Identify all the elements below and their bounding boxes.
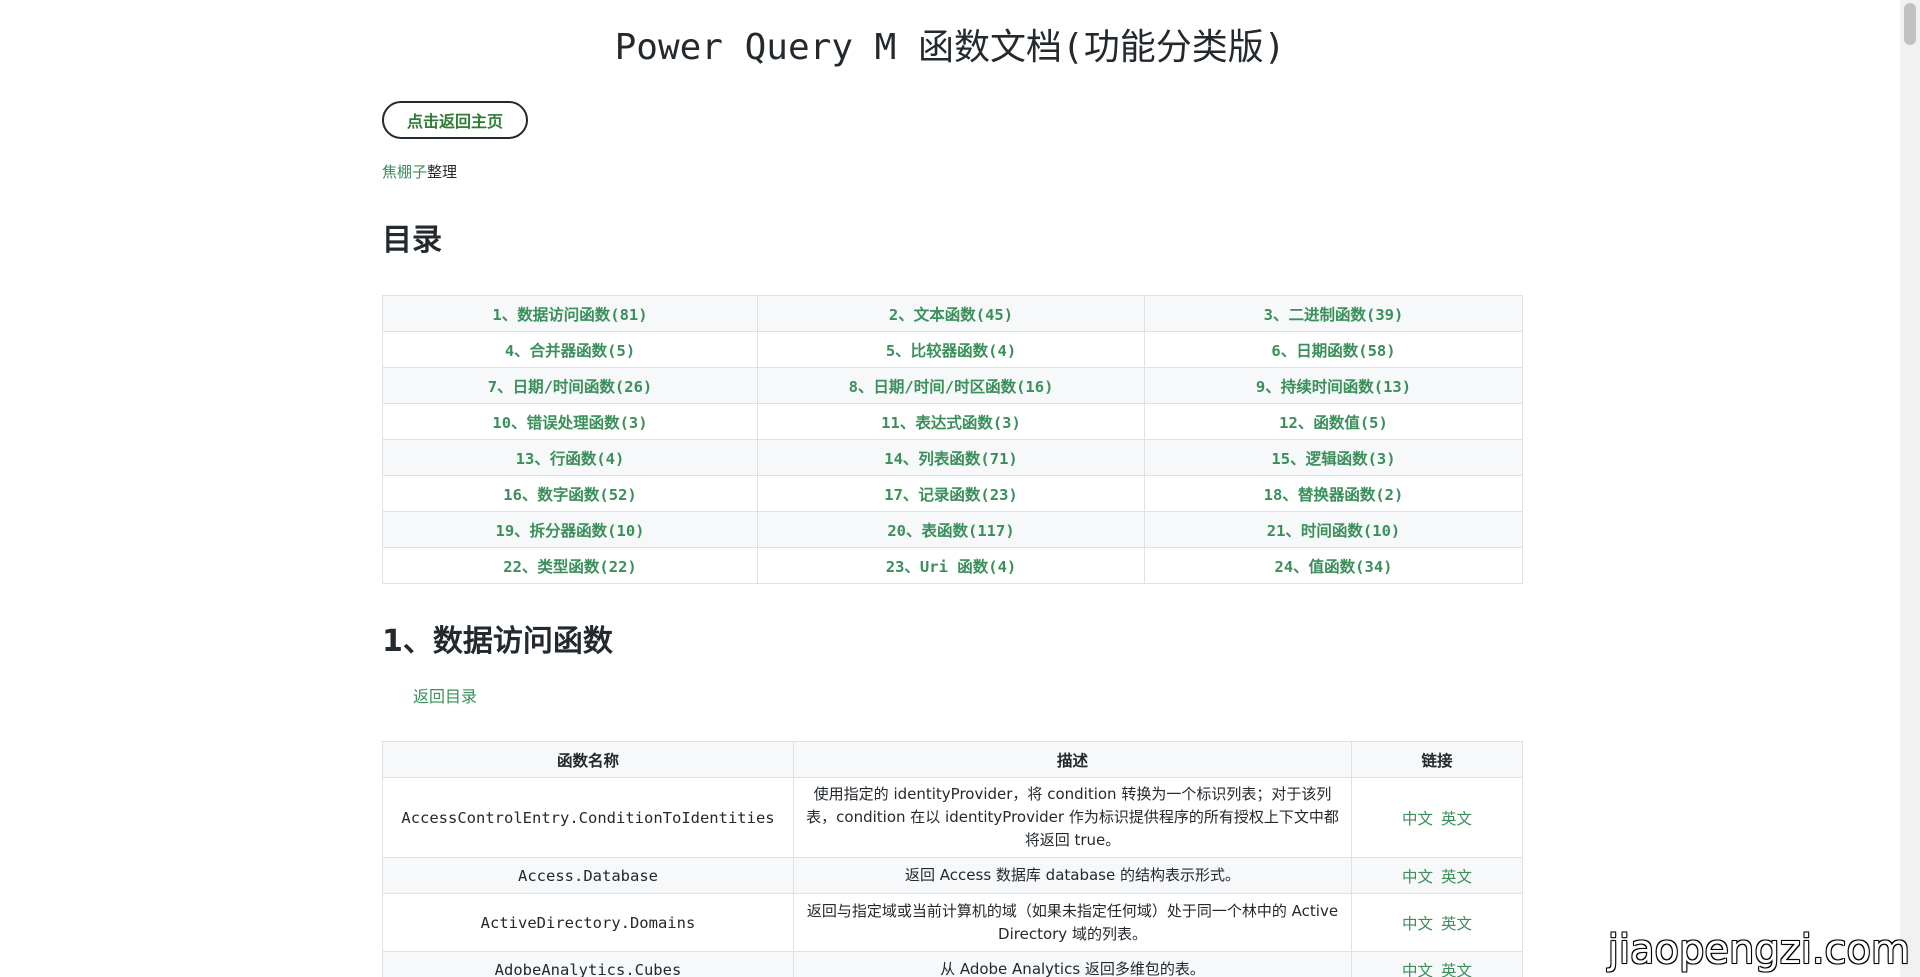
links-cell: 中文 英文 — [1351, 893, 1523, 952]
toc-cell: 20、表函数(117) — [757, 511, 1145, 548]
toc-link[interactable]: 8、日期/时间/时区函数(16) — [849, 378, 1054, 396]
toc-link[interactable]: 7、日期/时间函数(26) — [488, 378, 653, 396]
credit-line: 焦棚子整理 — [382, 161, 457, 182]
table-header-row: 函数名称 描述 链接 — [382, 741, 1523, 778]
toc-link[interactable]: 1、数据访问函数(81) — [492, 306, 647, 324]
toc-heading: 目录 — [382, 223, 442, 258]
function-name: ActiveDirectory.Domains — [382, 893, 794, 952]
toc-cell: 18、替换器函数(2) — [1144, 475, 1523, 512]
function-table: 函数名称 描述 链接 AccessControlEntry.ConditionT… — [382, 741, 1523, 977]
toc-cell: 21、时间函数(10) — [1144, 511, 1523, 548]
toc-cell: 17、记录函数(23) — [757, 475, 1145, 512]
toc-row: 4、合并器函数(5) 5、比较器函数(4) 6、日期函数(58) — [382, 331, 1523, 368]
toc-cell: 19、拆分器函数(10) — [382, 511, 758, 548]
english-doc-link[interactable]: 英文 — [1441, 810, 1472, 828]
toc-link[interactable]: 12、函数值(5) — [1279, 414, 1388, 432]
toc-cell: 12、函数值(5) — [1144, 403, 1523, 440]
toc-row: 19、拆分器函数(10) 20、表函数(117) 21、时间函数(10) — [382, 511, 1523, 548]
toc-cell: 15、逻辑函数(3) — [1144, 439, 1523, 476]
column-header-description: 描述 — [793, 741, 1352, 778]
function-description: 从 Adobe Analytics 返回多维包的表。 — [793, 951, 1352, 977]
table-row: AccessControlEntry.ConditionToIdentities… — [382, 777, 1523, 858]
toc-table: 1、数据访问函数(81) 2、文本函数(45) 3、二进制函数(39) 4、合并… — [382, 295, 1523, 584]
toc-link[interactable]: 5、比较器函数(4) — [886, 342, 1016, 360]
toc-link[interactable]: 19、拆分器函数(10) — [496, 522, 645, 540]
toc-link[interactable]: 16、数字函数(52) — [503, 486, 637, 504]
scrollbar-thumb[interactable] — [1904, 3, 1916, 45]
toc-link[interactable]: 6、日期函数(58) — [1271, 342, 1395, 360]
toc-cell: 13、行函数(4) — [382, 439, 758, 476]
toc-link[interactable]: 17、记录函数(23) — [884, 486, 1018, 504]
column-header-name: 函数名称 — [382, 741, 794, 778]
toc-link[interactable]: 11、表达式函数(3) — [881, 414, 1021, 432]
chinese-doc-link[interactable]: 中文 — [1402, 962, 1433, 977]
section-heading: 1、数据访问函数 — [382, 624, 613, 659]
english-doc-link[interactable]: 英文 — [1441, 915, 1472, 933]
toc-cell: 3、二进制函数(39) — [1144, 295, 1523, 332]
table-row: AdobeAnalytics.Cubes 从 Adobe Analytics 返… — [382, 951, 1523, 977]
toc-cell: 6、日期函数(58) — [1144, 331, 1523, 368]
chinese-doc-link[interactable]: 中文 — [1402, 868, 1433, 886]
toc-cell: 14、列表函数(71) — [757, 439, 1145, 476]
toc-link[interactable]: 4、合并器函数(5) — [505, 342, 635, 360]
toc-row: 16、数字函数(52) 17、记录函数(23) 18、替换器函数(2) — [382, 475, 1523, 512]
links-cell: 中文 英文 — [1351, 951, 1523, 977]
function-description: 返回与指定域或当前计算机的域（如果未指定任何域）处于同一个林中的 Active … — [793, 893, 1352, 952]
chinese-doc-link[interactable]: 中文 — [1402, 810, 1433, 828]
toc-cell: 1、数据访问函数(81) — [382, 295, 758, 332]
toc-link[interactable]: 13、行函数(4) — [516, 450, 625, 468]
toc-cell: 10、错误处理函数(3) — [382, 403, 758, 440]
toc-link[interactable]: 22、类型函数(22) — [503, 558, 637, 576]
function-name: AdobeAnalytics.Cubes — [382, 951, 794, 977]
toc-link[interactable]: 18、替换器函数(2) — [1264, 486, 1404, 504]
function-name: AccessControlEntry.ConditionToIdentities — [382, 777, 794, 858]
chinese-doc-link[interactable]: 中文 — [1402, 915, 1433, 933]
toc-cell: 11、表达式函数(3) — [757, 403, 1145, 440]
toc-link[interactable]: 24、值函数(34) — [1275, 558, 1393, 576]
toc-cell: 9、持续时间函数(13) — [1144, 367, 1523, 404]
watermark: jiaopengzi.com — [1607, 927, 1910, 973]
toc-link[interactable]: 15、逻辑函数(3) — [1271, 450, 1395, 468]
toc-link[interactable]: 3、二进制函数(39) — [1264, 306, 1404, 324]
toc-row: 22、类型函数(22) 23、Uri 函数(4) 24、值函数(34) — [382, 547, 1523, 584]
toc-cell: 8、日期/时间/时区函数(16) — [757, 367, 1145, 404]
toc-cell: 5、比较器函数(4) — [757, 331, 1145, 368]
toc-row: 1、数据访问函数(81) 2、文本函数(45) 3、二进制函数(39) — [382, 295, 1523, 332]
toc-cell: 22、类型函数(22) — [382, 547, 758, 584]
credit-suffix: 整理 — [427, 163, 458, 181]
toc-link[interactable]: 21、时间函数(10) — [1267, 522, 1401, 540]
toc-row: 7、日期/时间函数(26) 8、日期/时间/时区函数(16) 9、持续时间函数(… — [382, 367, 1523, 404]
function-name: Access.Database — [382, 857, 794, 894]
vertical-scrollbar[interactable] — [1900, 0, 1920, 977]
column-header-links: 链接 — [1351, 741, 1523, 778]
toc-link[interactable]: 23、Uri 函数(4) — [886, 558, 1017, 576]
back-to-toc-link[interactable]: 返回目录 — [413, 683, 477, 707]
toc-row: 10、错误处理函数(3) 11、表达式函数(3) 12、函数值(5) — [382, 403, 1523, 440]
english-doc-link[interactable]: 英文 — [1441, 868, 1472, 886]
toc-row: 13、行函数(4) 14、列表函数(71) 15、逻辑函数(3) — [382, 439, 1523, 476]
links-cell: 中文 英文 — [1351, 857, 1523, 894]
toc-cell: 24、值函数(34) — [1144, 547, 1523, 584]
toc-link[interactable]: 14、列表函数(71) — [884, 450, 1018, 468]
toc-cell: 4、合并器函数(5) — [382, 331, 758, 368]
function-description: 返回 Access 数据库 database 的结构表示形式。 — [793, 857, 1352, 894]
toc-link[interactable]: 2、文本函数(45) — [889, 306, 1013, 324]
page-title: Power Query M 函数文档(功能分类版) — [614, 27, 1286, 68]
toc-link[interactable]: 9、持续时间函数(13) — [1256, 378, 1411, 396]
function-description: 使用指定的 identityProvider，将 condition 转换为一个… — [793, 777, 1352, 858]
toc-cell: 7、日期/时间函数(26) — [382, 367, 758, 404]
links-cell: 中文 英文 — [1351, 777, 1523, 858]
page: Power Query M 函数文档(功能分类版) 点击返回主页 焦棚子整理 目… — [0, 0, 1900, 977]
table-row: ActiveDirectory.Domains 返回与指定域或当前计算机的域（如… — [382, 893, 1523, 952]
toc-link[interactable]: 10、错误处理函数(3) — [492, 414, 647, 432]
toc-cell: 16、数字函数(52) — [382, 475, 758, 512]
toc-cell: 2、文本函数(45) — [757, 295, 1145, 332]
author-link[interactable]: 焦棚子 — [382, 163, 427, 181]
table-row: Access.Database 返回 Access 数据库 database 的… — [382, 857, 1523, 894]
home-button[interactable]: 点击返回主页 — [382, 101, 528, 139]
english-doc-link[interactable]: 英文 — [1441, 962, 1472, 977]
toc-cell: 23、Uri 函数(4) — [757, 547, 1145, 584]
toc-link[interactable]: 20、表函数(117) — [887, 522, 1014, 540]
